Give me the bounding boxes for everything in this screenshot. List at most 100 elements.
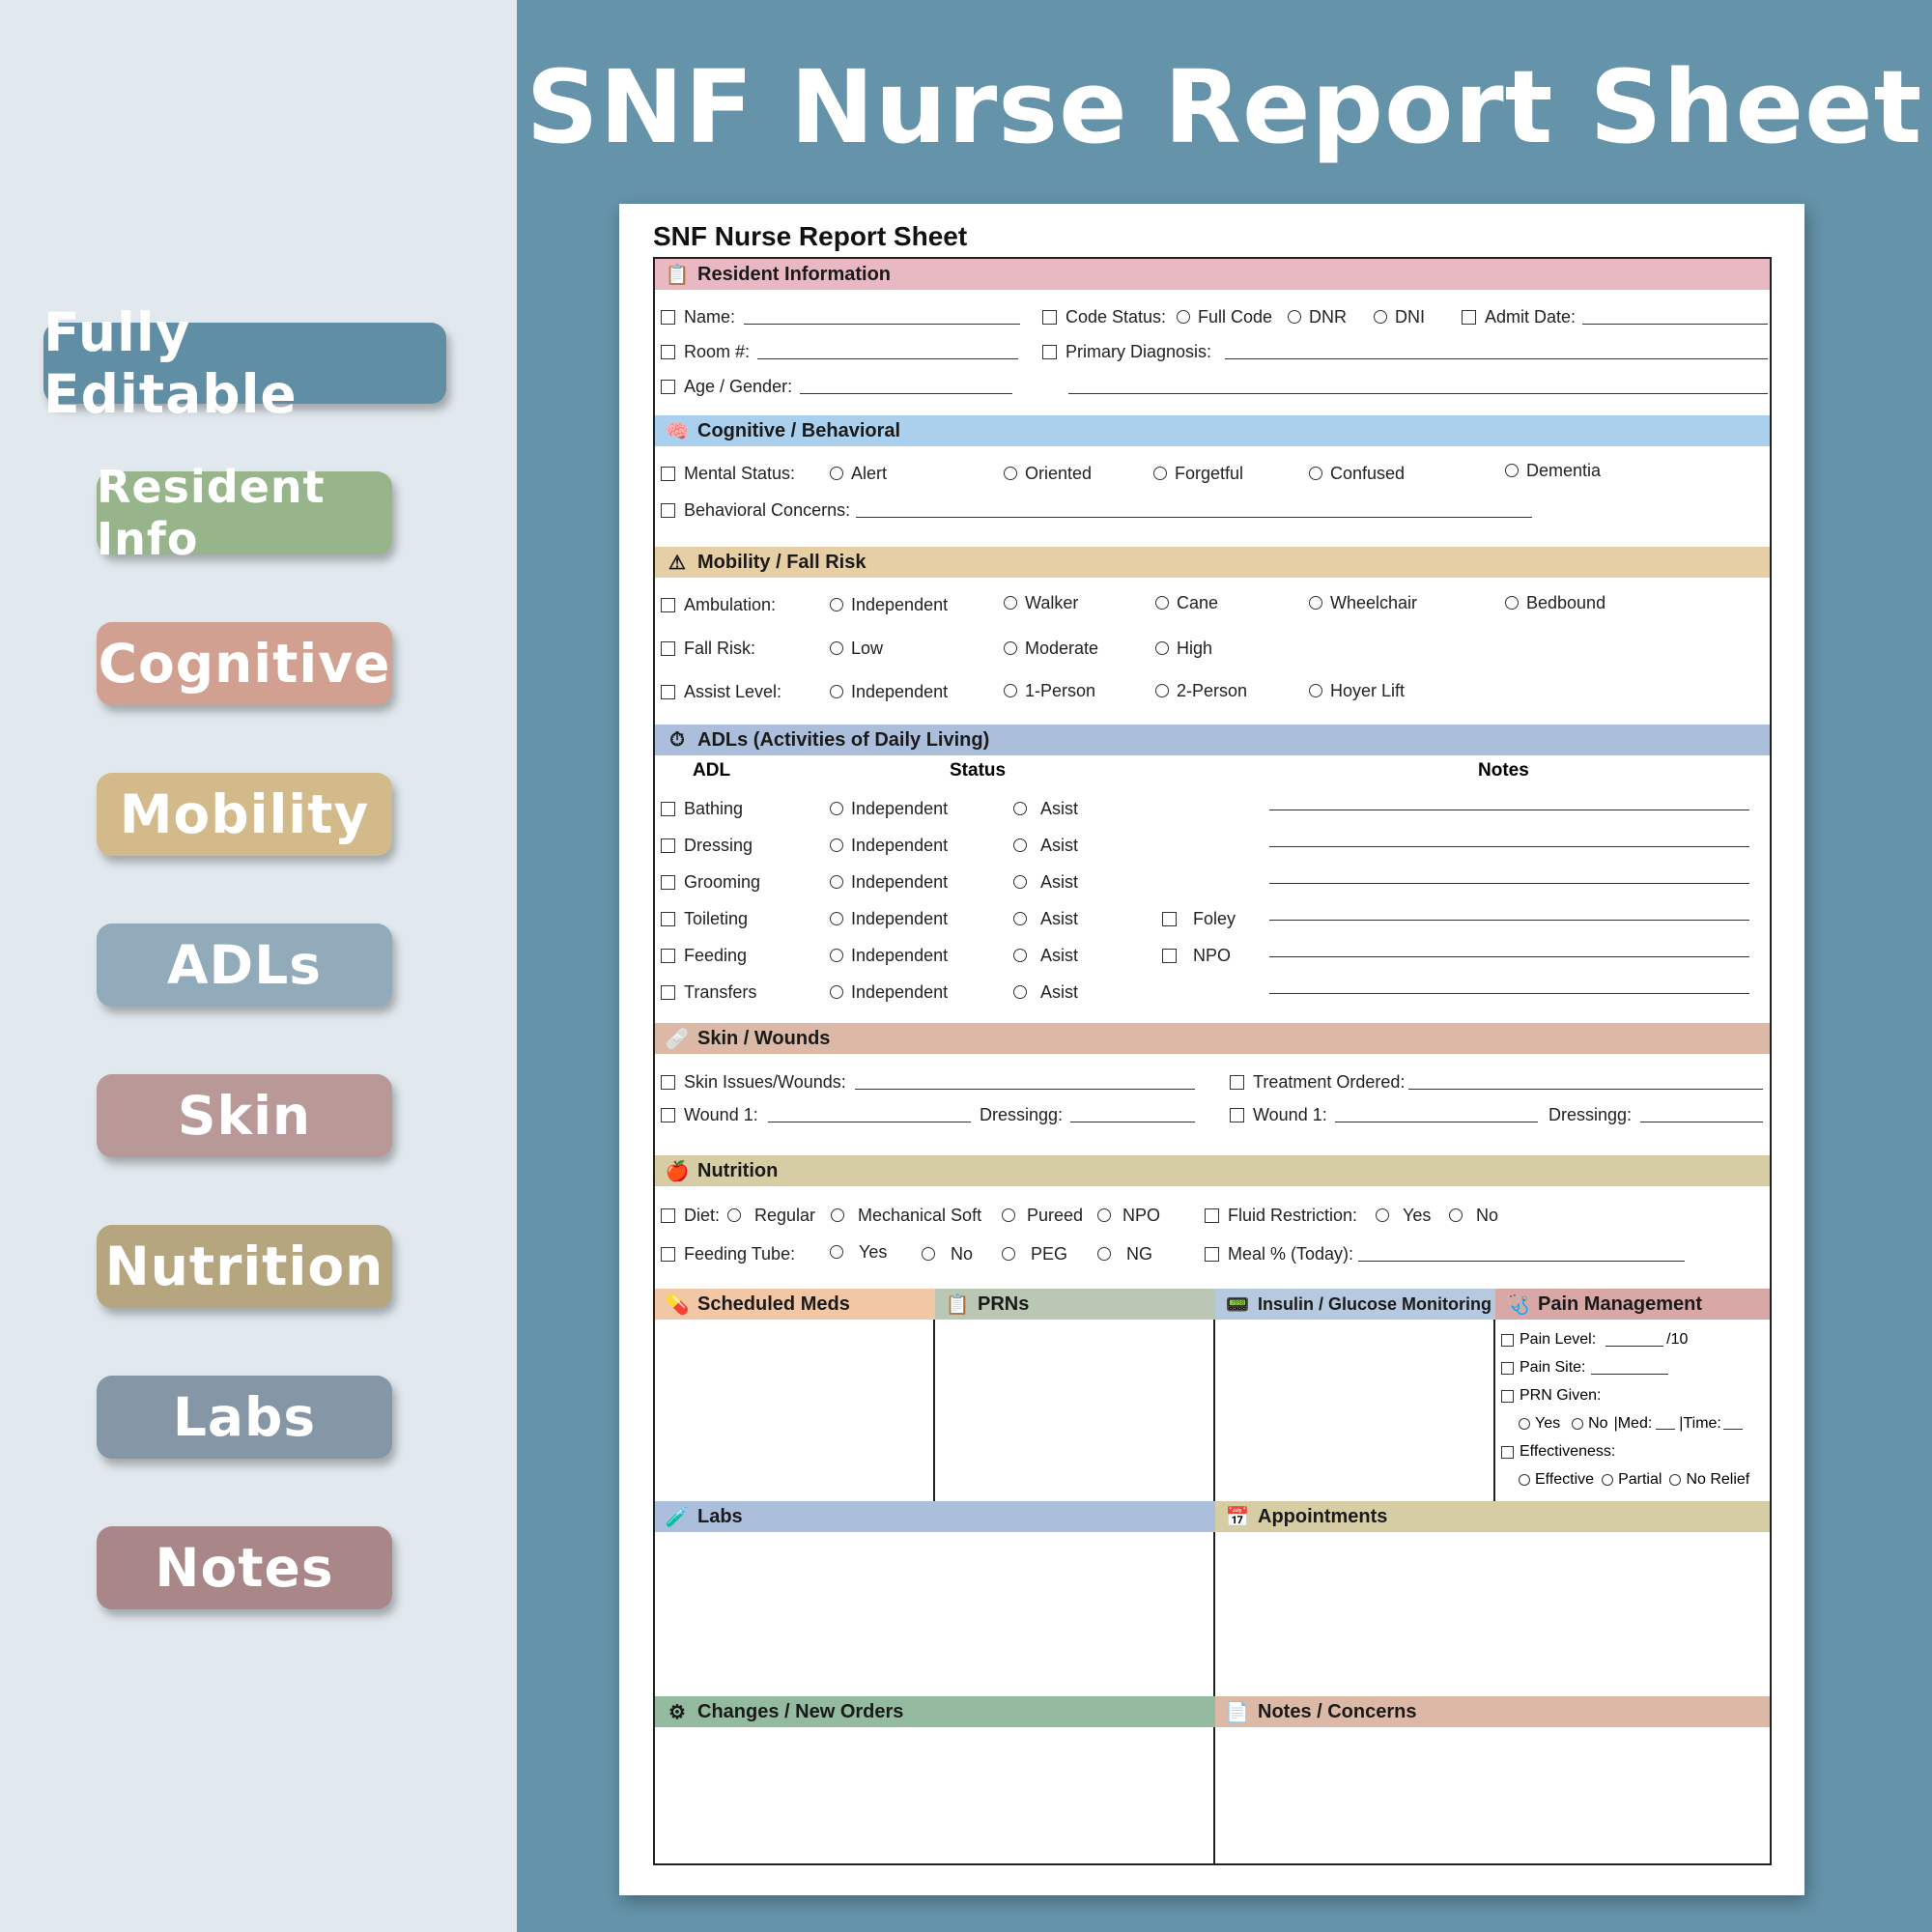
adl-notes-field[interactable] — [1269, 992, 1749, 994]
pain-level-field[interactable] — [1605, 1333, 1664, 1347]
one-person-radio[interactable] — [1004, 684, 1017, 697]
adl-asist-radio[interactable] — [1013, 838, 1027, 852]
adl-independent-radio[interactable] — [830, 802, 843, 815]
adl-checkbox[interactable] — [661, 874, 675, 890]
partial-radio[interactable] — [1602, 1474, 1614, 1486]
bedbound-radio[interactable] — [1505, 596, 1519, 610]
adl-independent-radio[interactable] — [830, 912, 843, 925]
meal-checkbox[interactable] — [1205, 1246, 1219, 1262]
effectiveness-checkbox[interactable] — [1501, 1445, 1514, 1459]
adl-checkbox[interactable] — [661, 838, 675, 853]
ambulation-checkbox[interactable] — [661, 597, 675, 612]
wound-2-field[interactable] — [1335, 1121, 1538, 1122]
wound-2-checkbox[interactable] — [1230, 1107, 1244, 1122]
tube-no-radio[interactable] — [922, 1247, 935, 1261]
treatment-field[interactable] — [1408, 1088, 1763, 1090]
forgetful-radio[interactable] — [1153, 467, 1167, 480]
name-checkbox[interactable] — [661, 309, 675, 325]
fall-risk-checkbox[interactable] — [661, 640, 675, 656]
dni-radio[interactable] — [1374, 310, 1387, 324]
moderate-radio[interactable] — [1004, 641, 1017, 655]
prn-time-field[interactable] — [1722, 1418, 1743, 1430]
room-checkbox[interactable] — [661, 344, 675, 359]
assist-checkbox[interactable] — [661, 684, 675, 699]
assist-independent-radio[interactable] — [830, 685, 843, 698]
amb-independent-radio[interactable] — [830, 598, 843, 611]
skin-issues-checkbox[interactable] — [661, 1074, 675, 1090]
adl-notes-field[interactable] — [1269, 919, 1749, 921]
adl-asist-radio[interactable] — [1013, 802, 1027, 815]
adl-notes-field[interactable] — [1269, 955, 1749, 957]
walker-radio[interactable] — [1004, 596, 1017, 610]
wound-field[interactable] — [768, 1121, 971, 1122]
adl-notes-field[interactable] — [1269, 882, 1749, 884]
low-radio[interactable] — [830, 641, 843, 655]
wound-checkbox[interactable] — [661, 1107, 675, 1122]
adl-checkbox[interactable] — [661, 948, 675, 963]
prn-yes-radio[interactable] — [1519, 1418, 1530, 1430]
fluid-checkbox[interactable] — [1205, 1208, 1219, 1223]
adl-extra-checkbox[interactable] — [1162, 948, 1177, 963]
two-person-radio[interactable] — [1155, 684, 1169, 697]
adl-checkbox[interactable] — [661, 801, 675, 816]
admit-date-field[interactable] — [1582, 323, 1768, 325]
diet-npo-radio[interactable] — [1097, 1208, 1111, 1222]
behavioral-field[interactable] — [856, 516, 1532, 518]
tube-yes-radio[interactable] — [830, 1245, 843, 1259]
adl-independent-radio[interactable] — [830, 875, 843, 889]
behavioral-checkbox[interactable] — [661, 502, 675, 518]
treatment-checkbox[interactable] — [1230, 1074, 1244, 1090]
adl-asist-radio[interactable] — [1013, 875, 1027, 889]
regular-radio[interactable] — [727, 1208, 741, 1222]
age-gender-checkbox[interactable] — [661, 379, 675, 394]
primary-diagnosis-field-2[interactable] — [1068, 392, 1768, 394]
full-code-radio[interactable] — [1177, 310, 1190, 324]
ng-radio[interactable] — [1097, 1247, 1111, 1261]
confused-radio[interactable] — [1309, 467, 1322, 480]
adl-independent-radio[interactable] — [830, 838, 843, 852]
pain-site-field[interactable] — [1591, 1361, 1669, 1375]
dressing-2-field[interactable] — [1640, 1121, 1763, 1122]
peg-radio[interactable] — [1002, 1247, 1015, 1261]
name-field[interactable] — [744, 323, 1020, 325]
adl-checkbox[interactable] — [661, 911, 675, 926]
mechanical-soft-radio[interactable] — [831, 1208, 844, 1222]
pain-site-checkbox[interactable] — [1501, 1361, 1514, 1375]
oriented-radio[interactable] — [1004, 467, 1017, 480]
feeding-tube-checkbox[interactable] — [661, 1246, 675, 1262]
admit-date-checkbox[interactable] — [1462, 309, 1476, 325]
high-radio[interactable] — [1155, 641, 1169, 655]
age-gender-field[interactable] — [800, 392, 1012, 394]
dnr-radio[interactable] — [1288, 310, 1301, 324]
meal-field[interactable] — [1358, 1260, 1685, 1262]
prn-no-radio[interactable] — [1572, 1418, 1584, 1430]
adl-independent-radio[interactable] — [830, 949, 843, 962]
mental-status-checkbox[interactable] — [661, 466, 675, 481]
primary-diagnosis-checkbox[interactable] — [1042, 344, 1057, 359]
adl-asist-radio[interactable] — [1013, 985, 1027, 999]
prn-med-field[interactable] — [1656, 1418, 1676, 1430]
adl-notes-field[interactable] — [1269, 845, 1749, 847]
alert-radio[interactable] — [830, 467, 843, 480]
wheelchair-radio[interactable] — [1309, 596, 1322, 610]
primary-diagnosis-field[interactable] — [1225, 357, 1768, 359]
effective-radio[interactable] — [1519, 1474, 1530, 1486]
adl-extra-checkbox[interactable] — [1162, 911, 1177, 926]
code-status-checkbox[interactable] — [1042, 309, 1057, 325]
dementia-radio[interactable] — [1505, 464, 1519, 477]
adl-independent-radio[interactable] — [830, 985, 843, 999]
diet-checkbox[interactable] — [661, 1208, 675, 1223]
fluid-yes-radio[interactable] — [1376, 1208, 1389, 1222]
skin-issues-field[interactable] — [855, 1088, 1195, 1090]
pureed-radio[interactable] — [1002, 1208, 1015, 1222]
dressing-field[interactable] — [1070, 1121, 1195, 1122]
adl-asist-radio[interactable] — [1013, 912, 1027, 925]
adl-notes-field[interactable] — [1269, 809, 1749, 810]
adl-asist-radio[interactable] — [1013, 949, 1027, 962]
no-relief-radio[interactable] — [1669, 1474, 1682, 1486]
room-field[interactable] — [757, 357, 1018, 359]
adl-checkbox[interactable] — [661, 984, 675, 1000]
pain-level-checkbox[interactable] — [1501, 1333, 1514, 1347]
hoyer-lift-radio[interactable] — [1309, 684, 1322, 697]
fluid-no-radio[interactable] — [1449, 1208, 1463, 1222]
